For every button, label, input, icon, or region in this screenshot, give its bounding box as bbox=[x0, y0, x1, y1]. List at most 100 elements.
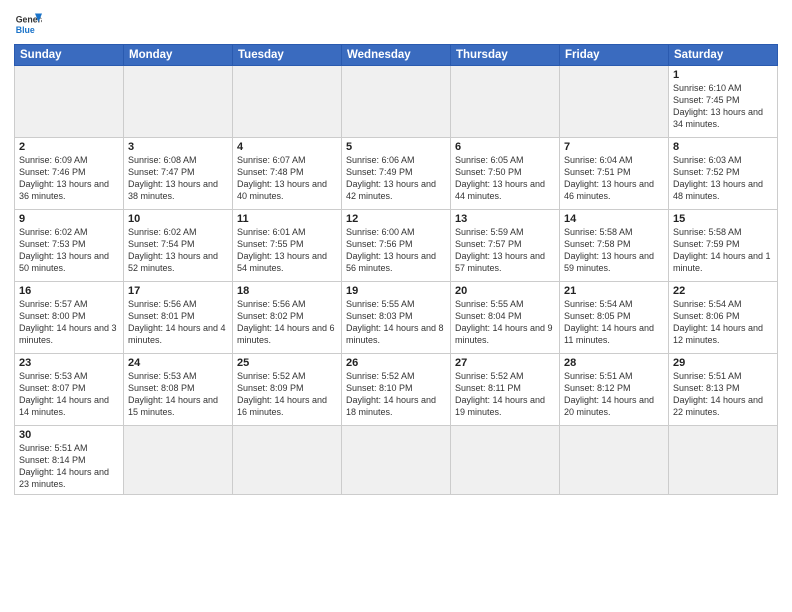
day-number: 5 bbox=[346, 141, 446, 153]
day-number: 29 bbox=[673, 357, 773, 369]
calendar-cell: 28Sunrise: 5:51 AM Sunset: 8:12 PM Dayli… bbox=[560, 354, 669, 426]
calendar-cell: 9Sunrise: 6:02 AM Sunset: 7:53 PM Daylig… bbox=[15, 210, 124, 282]
day-info: Sunrise: 6:03 AM Sunset: 7:52 PM Dayligh… bbox=[673, 154, 773, 203]
day-info: Sunrise: 5:58 AM Sunset: 7:59 PM Dayligh… bbox=[673, 226, 773, 275]
day-number: 6 bbox=[455, 141, 555, 153]
header-tuesday: Tuesday bbox=[233, 45, 342, 66]
day-number: 25 bbox=[237, 357, 337, 369]
svg-text:Blue: Blue bbox=[16, 25, 35, 35]
calendar-cell: 13Sunrise: 5:59 AM Sunset: 7:57 PM Dayli… bbox=[451, 210, 560, 282]
day-number: 12 bbox=[346, 213, 446, 225]
calendar-cell: 18Sunrise: 5:56 AM Sunset: 8:02 PM Dayli… bbox=[233, 282, 342, 354]
day-number: 10 bbox=[128, 213, 228, 225]
day-number: 13 bbox=[455, 213, 555, 225]
day-info: Sunrise: 5:54 AM Sunset: 8:06 PM Dayligh… bbox=[673, 298, 773, 347]
day-number: 26 bbox=[346, 357, 446, 369]
day-info: Sunrise: 5:56 AM Sunset: 8:01 PM Dayligh… bbox=[128, 298, 228, 347]
day-number: 4 bbox=[237, 141, 337, 153]
header-wednesday: Wednesday bbox=[342, 45, 451, 66]
calendar-cell bbox=[560, 426, 669, 495]
calendar-cell: 14Sunrise: 5:58 AM Sunset: 7:58 PM Dayli… bbox=[560, 210, 669, 282]
header-friday: Friday bbox=[560, 45, 669, 66]
logo-icon: General Blue bbox=[14, 10, 42, 38]
calendar-cell: 3Sunrise: 6:08 AM Sunset: 7:47 PM Daylig… bbox=[124, 138, 233, 210]
day-number: 15 bbox=[673, 213, 773, 225]
calendar-cell: 17Sunrise: 5:56 AM Sunset: 8:01 PM Dayli… bbox=[124, 282, 233, 354]
day-info: Sunrise: 5:53 AM Sunset: 8:08 PM Dayligh… bbox=[128, 370, 228, 419]
logo: General Blue bbox=[14, 10, 42, 38]
day-number: 27 bbox=[455, 357, 555, 369]
header-saturday: Saturday bbox=[669, 45, 778, 66]
day-info: Sunrise: 5:54 AM Sunset: 8:05 PM Dayligh… bbox=[564, 298, 664, 347]
calendar-cell bbox=[560, 66, 669, 138]
calendar-cell: 1Sunrise: 6:10 AM Sunset: 7:45 PM Daylig… bbox=[669, 66, 778, 138]
calendar-cell bbox=[233, 66, 342, 138]
day-info: Sunrise: 6:01 AM Sunset: 7:55 PM Dayligh… bbox=[237, 226, 337, 275]
day-info: Sunrise: 6:00 AM Sunset: 7:56 PM Dayligh… bbox=[346, 226, 446, 275]
calendar-cell bbox=[451, 426, 560, 495]
day-number: 1 bbox=[673, 69, 773, 81]
calendar-cell bbox=[15, 66, 124, 138]
day-info: Sunrise: 5:57 AM Sunset: 8:00 PM Dayligh… bbox=[19, 298, 119, 347]
day-number: 7 bbox=[564, 141, 664, 153]
calendar-cell: 22Sunrise: 5:54 AM Sunset: 8:06 PM Dayli… bbox=[669, 282, 778, 354]
day-info: Sunrise: 6:02 AM Sunset: 7:53 PM Dayligh… bbox=[19, 226, 119, 275]
day-info: Sunrise: 5:51 AM Sunset: 8:13 PM Dayligh… bbox=[673, 370, 773, 419]
day-info: Sunrise: 6:02 AM Sunset: 7:54 PM Dayligh… bbox=[128, 226, 228, 275]
calendar-cell: 29Sunrise: 5:51 AM Sunset: 8:13 PM Dayli… bbox=[669, 354, 778, 426]
header-sunday: Sunday bbox=[15, 45, 124, 66]
calendar-cell: 24Sunrise: 5:53 AM Sunset: 8:08 PM Dayli… bbox=[124, 354, 233, 426]
calendar: SundayMondayTuesdayWednesdayThursdayFrid… bbox=[14, 44, 778, 495]
calendar-cell: 30Sunrise: 5:51 AM Sunset: 8:14 PM Dayli… bbox=[15, 426, 124, 495]
calendar-cell: 12Sunrise: 6:00 AM Sunset: 7:56 PM Dayli… bbox=[342, 210, 451, 282]
day-info: Sunrise: 6:08 AM Sunset: 7:47 PM Dayligh… bbox=[128, 154, 228, 203]
calendar-cell: 7Sunrise: 6:04 AM Sunset: 7:51 PM Daylig… bbox=[560, 138, 669, 210]
calendar-cell bbox=[124, 426, 233, 495]
calendar-header-row: SundayMondayTuesdayWednesdayThursdayFrid… bbox=[15, 45, 778, 66]
day-number: 2 bbox=[19, 141, 119, 153]
day-number: 18 bbox=[237, 285, 337, 297]
calendar-cell bbox=[451, 66, 560, 138]
day-number: 24 bbox=[128, 357, 228, 369]
calendar-cell: 21Sunrise: 5:54 AM Sunset: 8:05 PM Dayli… bbox=[560, 282, 669, 354]
calendar-cell: 8Sunrise: 6:03 AM Sunset: 7:52 PM Daylig… bbox=[669, 138, 778, 210]
day-info: Sunrise: 5:56 AM Sunset: 8:02 PM Dayligh… bbox=[237, 298, 337, 347]
day-number: 20 bbox=[455, 285, 555, 297]
calendar-cell: 23Sunrise: 5:53 AM Sunset: 8:07 PM Dayli… bbox=[15, 354, 124, 426]
calendar-cell: 15Sunrise: 5:58 AM Sunset: 7:59 PM Dayli… bbox=[669, 210, 778, 282]
day-number: 30 bbox=[19, 429, 119, 441]
day-number: 9 bbox=[19, 213, 119, 225]
day-number: 28 bbox=[564, 357, 664, 369]
day-number: 14 bbox=[564, 213, 664, 225]
calendar-cell: 11Sunrise: 6:01 AM Sunset: 7:55 PM Dayli… bbox=[233, 210, 342, 282]
day-info: Sunrise: 5:55 AM Sunset: 8:04 PM Dayligh… bbox=[455, 298, 555, 347]
day-info: Sunrise: 6:05 AM Sunset: 7:50 PM Dayligh… bbox=[455, 154, 555, 203]
header-thursday: Thursday bbox=[451, 45, 560, 66]
calendar-cell: 16Sunrise: 5:57 AM Sunset: 8:00 PM Dayli… bbox=[15, 282, 124, 354]
calendar-cell: 25Sunrise: 5:52 AM Sunset: 8:09 PM Dayli… bbox=[233, 354, 342, 426]
day-number: 3 bbox=[128, 141, 228, 153]
header-monday: Monday bbox=[124, 45, 233, 66]
day-info: Sunrise: 5:55 AM Sunset: 8:03 PM Dayligh… bbox=[346, 298, 446, 347]
calendar-cell: 19Sunrise: 5:55 AM Sunset: 8:03 PM Dayli… bbox=[342, 282, 451, 354]
day-info: Sunrise: 5:58 AM Sunset: 7:58 PM Dayligh… bbox=[564, 226, 664, 275]
day-number: 19 bbox=[346, 285, 446, 297]
calendar-cell bbox=[233, 426, 342, 495]
calendar-cell: 6Sunrise: 6:05 AM Sunset: 7:50 PM Daylig… bbox=[451, 138, 560, 210]
day-number: 21 bbox=[564, 285, 664, 297]
day-number: 16 bbox=[19, 285, 119, 297]
day-info: Sunrise: 6:07 AM Sunset: 7:48 PM Dayligh… bbox=[237, 154, 337, 203]
calendar-cell: 2Sunrise: 6:09 AM Sunset: 7:46 PM Daylig… bbox=[15, 138, 124, 210]
day-info: Sunrise: 5:59 AM Sunset: 7:57 PM Dayligh… bbox=[455, 226, 555, 275]
day-info: Sunrise: 6:04 AM Sunset: 7:51 PM Dayligh… bbox=[564, 154, 664, 203]
calendar-cell: 5Sunrise: 6:06 AM Sunset: 7:49 PM Daylig… bbox=[342, 138, 451, 210]
day-info: Sunrise: 6:06 AM Sunset: 7:49 PM Dayligh… bbox=[346, 154, 446, 203]
day-number: 23 bbox=[19, 357, 119, 369]
day-info: Sunrise: 6:09 AM Sunset: 7:46 PM Dayligh… bbox=[19, 154, 119, 203]
day-info: Sunrise: 5:52 AM Sunset: 8:09 PM Dayligh… bbox=[237, 370, 337, 419]
calendar-cell bbox=[342, 66, 451, 138]
calendar-cell: 26Sunrise: 5:52 AM Sunset: 8:10 PM Dayli… bbox=[342, 354, 451, 426]
page-header: General Blue bbox=[14, 10, 778, 38]
calendar-cell bbox=[342, 426, 451, 495]
day-info: Sunrise: 5:52 AM Sunset: 8:10 PM Dayligh… bbox=[346, 370, 446, 419]
